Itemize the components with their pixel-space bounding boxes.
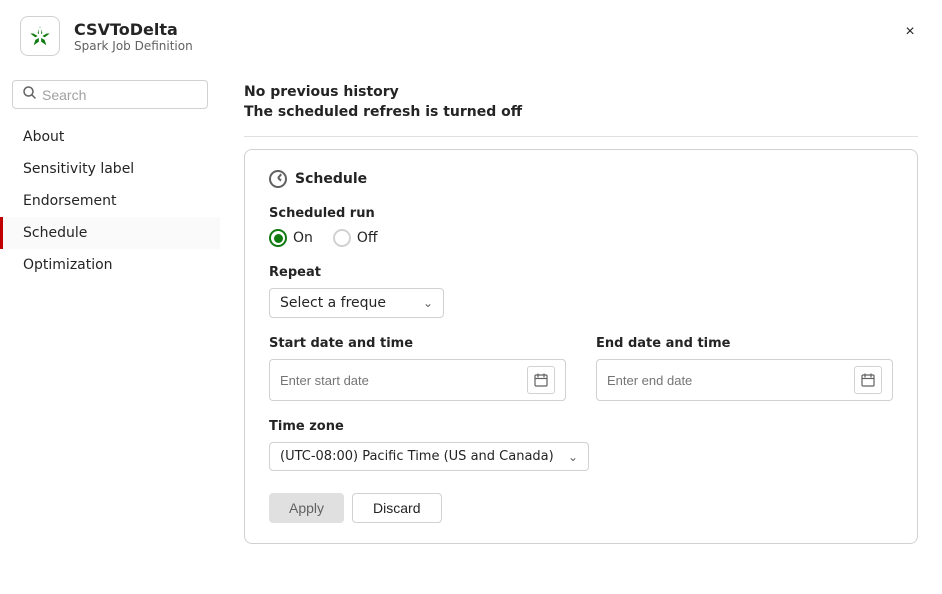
start-date-label: Start date and time (269, 336, 566, 351)
end-date-wrapper (596, 359, 893, 401)
app-subtitle: Spark Job Definition (74, 39, 193, 53)
dialog-header: CSVToDelta Spark Job Definition × (0, 0, 942, 68)
history-title: No previous history (244, 84, 918, 100)
main-content: No previous history The scheduled refres… (220, 68, 942, 594)
app-title: CSVToDelta (74, 20, 193, 39)
repeat-section: Repeat Select a freque ⌄ (269, 265, 893, 318)
header-text: CSVToDelta Spark Job Definition (74, 20, 193, 53)
radio-off[interactable]: Off (333, 229, 378, 247)
history-subtitle: The scheduled refresh is turned off (244, 104, 918, 120)
timezone-dropdown[interactable]: (UTC-08:00) Pacific Time (US and Canada)… (269, 442, 589, 471)
discard-button[interactable]: Discard (352, 493, 441, 523)
sidebar-item-endorsement[interactable]: Endorsement (0, 185, 220, 217)
scheduled-run-label: Scheduled run (269, 206, 893, 221)
radio-off-outer (333, 229, 351, 247)
start-date-calendar-button[interactable] (527, 366, 555, 394)
timezone-label: Time zone (269, 419, 893, 434)
sidebar-item-about[interactable]: About (0, 121, 220, 153)
clock-hand-minute (277, 177, 281, 181)
schedule-card-header: Schedule (269, 170, 893, 188)
radio-on-outer (269, 229, 287, 247)
close-button[interactable]: × (894, 16, 926, 48)
radio-group-run: On Off (269, 229, 893, 247)
schedule-card-title: Schedule (295, 171, 367, 187)
settings-dialog: CSVToDelta Spark Job Definition × About … (0, 0, 942, 594)
end-date-field: End date and time (596, 336, 893, 401)
action-buttons: Apply Discard (269, 493, 893, 523)
app-icon (20, 16, 60, 56)
radio-on-inner (274, 234, 283, 243)
sidebar-item-sensitivity-label[interactable]: Sensitivity label (0, 153, 220, 185)
divider (244, 136, 918, 137)
chevron-down-icon: ⌄ (423, 296, 433, 310)
radio-off-label: Off (357, 230, 378, 246)
schedule-card: Schedule Scheduled run On Off (244, 149, 918, 544)
end-date-label: End date and time (596, 336, 893, 351)
sidebar-item-schedule[interactable]: Schedule (0, 217, 220, 249)
start-date-input[interactable] (280, 373, 521, 388)
timezone-section: Time zone (UTC-08:00) Pacific Time (US a… (269, 419, 893, 471)
search-input[interactable] (42, 87, 197, 103)
clock-icon (269, 170, 287, 188)
search-icon (23, 86, 36, 103)
repeat-label: Repeat (269, 265, 893, 280)
start-date-wrapper (269, 359, 566, 401)
search-box[interactable] (12, 80, 208, 109)
timezone-value: (UTC-08:00) Pacific Time (US and Canada) (280, 449, 554, 464)
end-date-calendar-button[interactable] (854, 366, 882, 394)
history-section: No previous history The scheduled refres… (244, 84, 918, 120)
apply-button[interactable]: Apply (269, 493, 344, 523)
repeat-value: Select a freque (280, 295, 386, 311)
radio-on-label: On (293, 230, 313, 246)
start-date-field: Start date and time (269, 336, 566, 401)
sidebar: About Sensitivity label Endorsement Sche… (0, 68, 220, 594)
sidebar-item-optimization[interactable]: Optimization (0, 249, 220, 281)
repeat-dropdown[interactable]: Select a freque ⌄ (269, 288, 444, 318)
end-date-input[interactable] (607, 373, 848, 388)
timezone-chevron-down-icon: ⌄ (568, 450, 578, 464)
radio-on[interactable]: On (269, 229, 313, 247)
date-row: Start date and time (269, 336, 893, 401)
dialog-body: About Sensitivity label Endorsement Sche… (0, 68, 942, 594)
